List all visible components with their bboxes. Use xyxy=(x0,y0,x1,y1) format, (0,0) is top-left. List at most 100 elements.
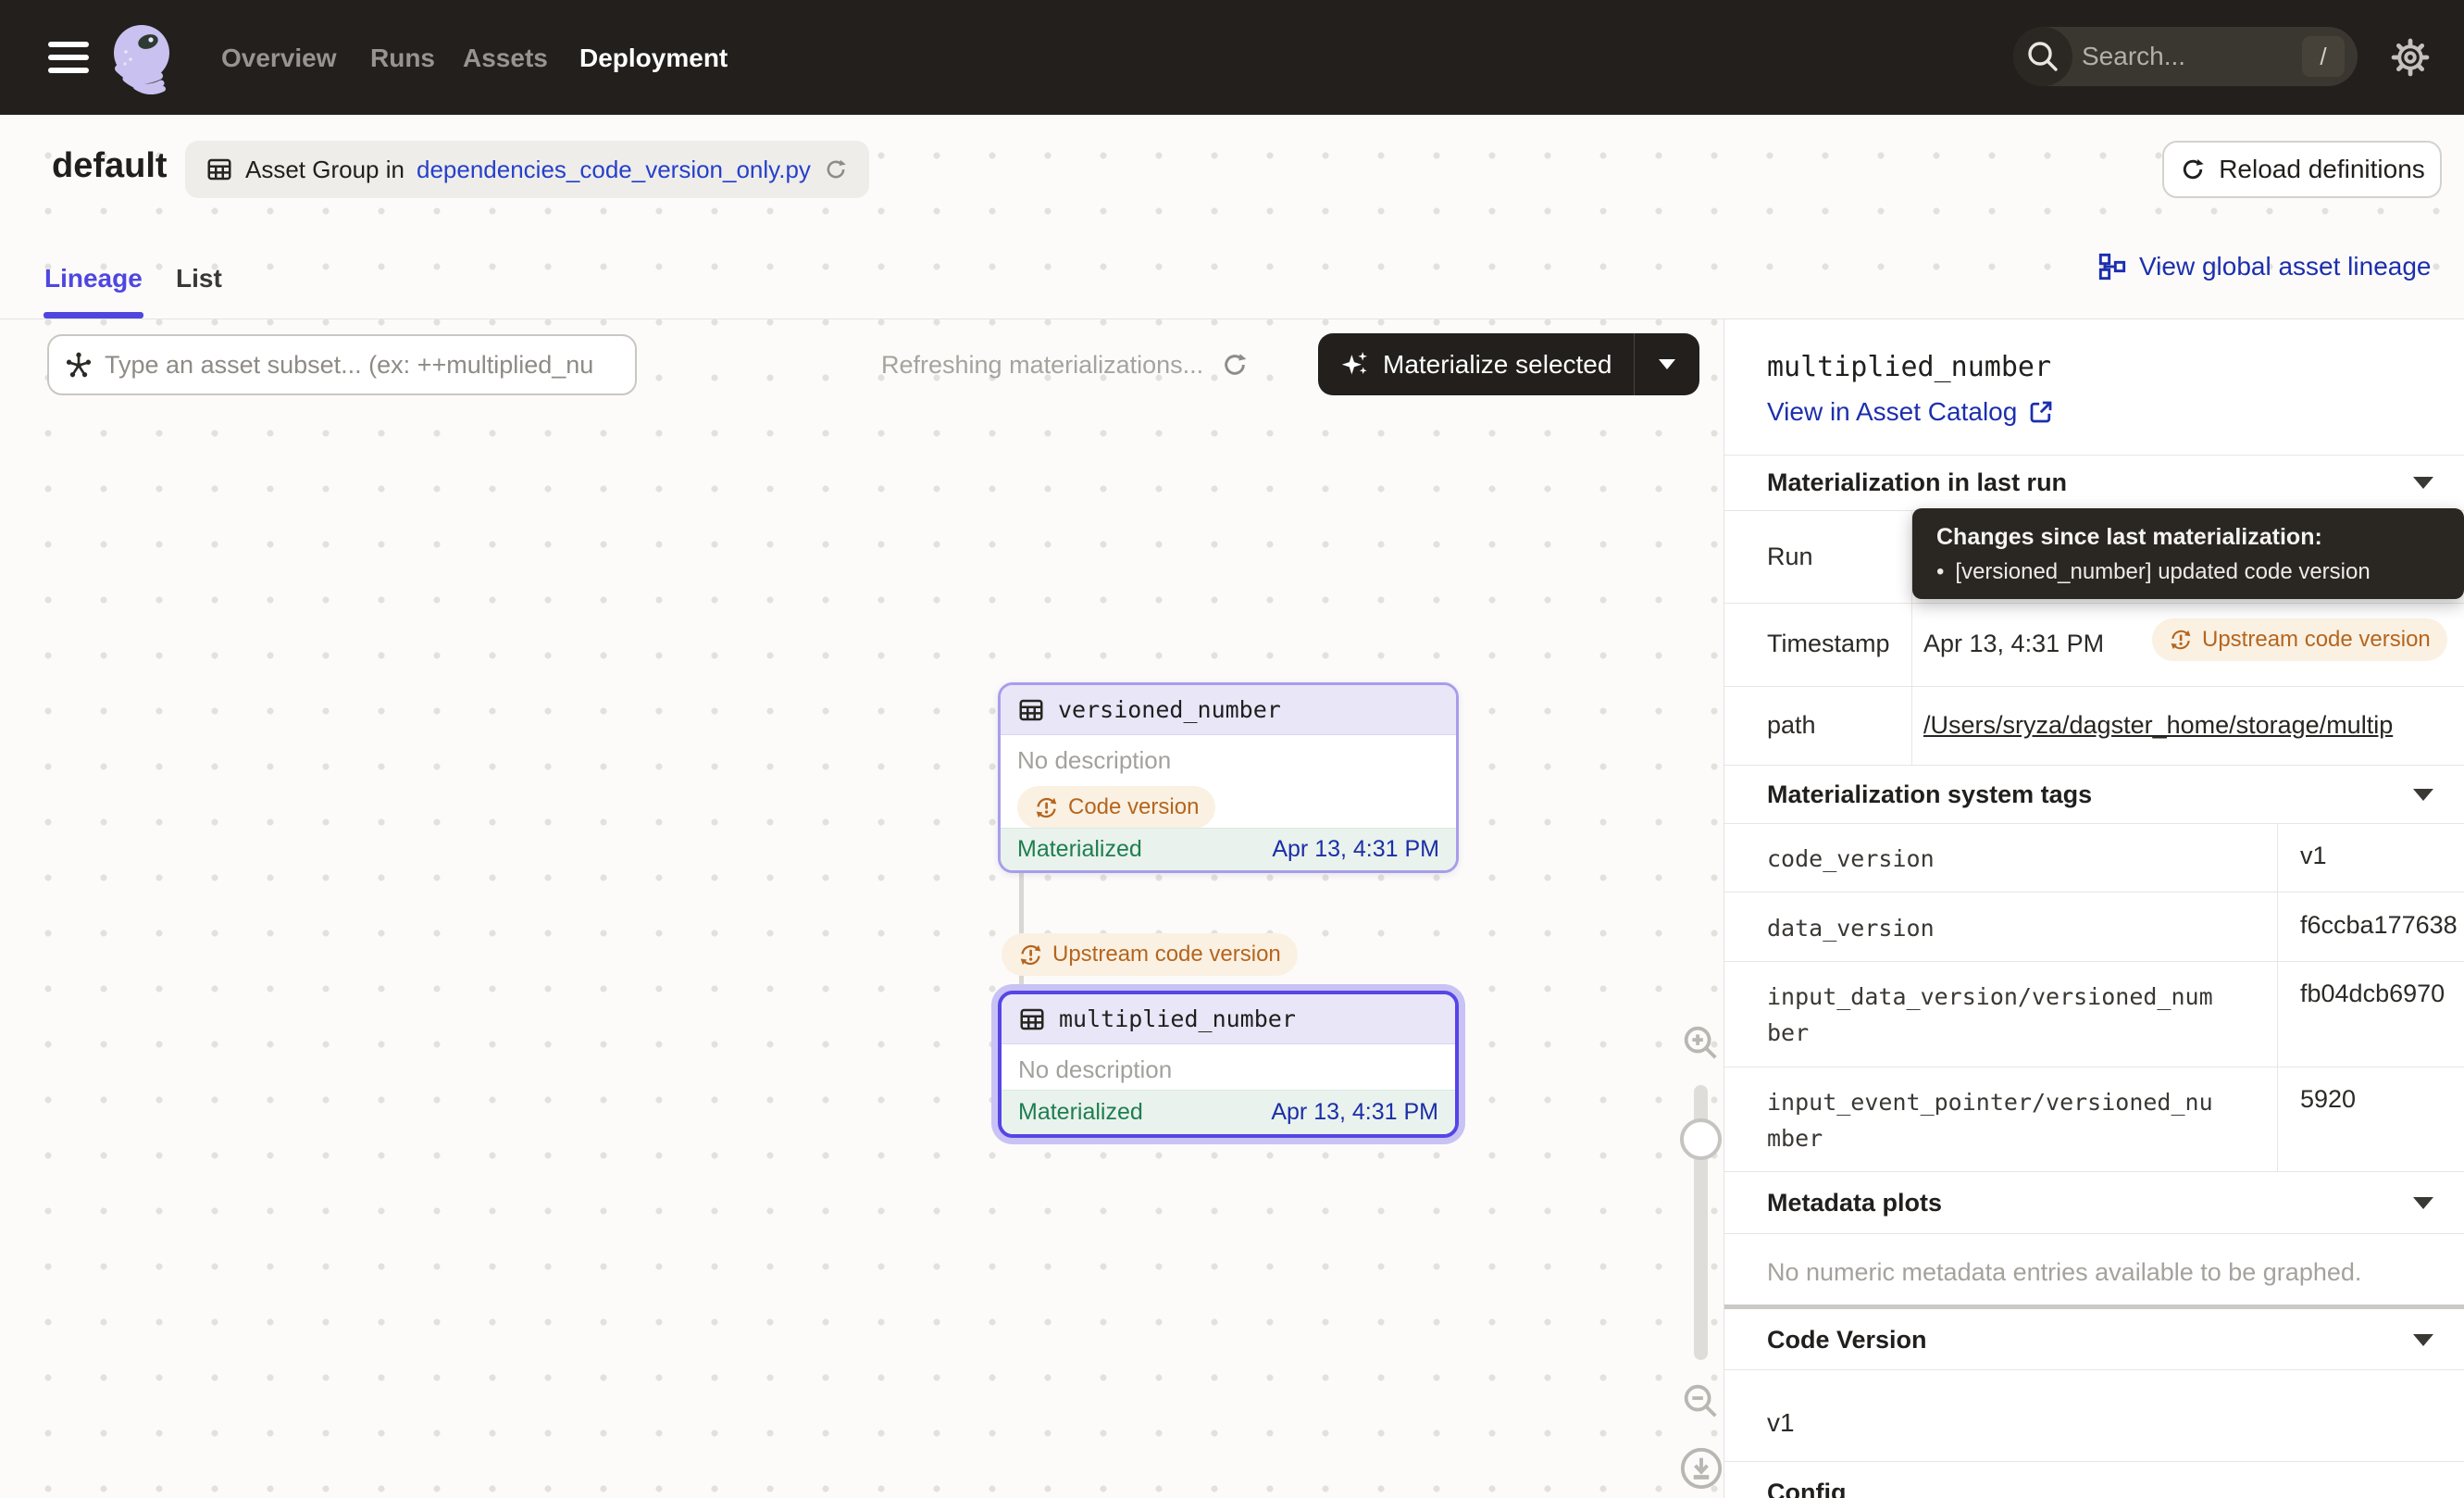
asset-group-file-link[interactable]: dependencies_code_version_only.py xyxy=(417,156,811,184)
search-icon xyxy=(2013,27,2072,86)
section-header-label: Code Version xyxy=(1767,1326,1927,1354)
asset-node-multiplied-number[interactable]: multiplied_number No description Materia… xyxy=(998,991,1459,1138)
run-row-label: Run xyxy=(1767,543,1813,571)
materialize-selected-main[interactable]: Materialize selected xyxy=(1318,350,1634,380)
table-grid-icon xyxy=(1018,1005,1046,1033)
code-version-chip: Code version xyxy=(1017,786,1215,829)
tag-value: f6ccba177638 xyxy=(2300,911,2464,940)
table-column-divider xyxy=(2277,824,2278,1172)
panel-divider xyxy=(1724,1461,2464,1462)
upstream-code-version-label: Upstream code version xyxy=(1052,942,1281,967)
global-search[interactable]: / xyxy=(2013,27,2358,86)
tag-value: 5920 xyxy=(2300,1085,2356,1114)
search-shortcut-key: / xyxy=(2302,36,2345,77)
materialize-dropdown-button[interactable] xyxy=(1635,359,1699,369)
section-header-label: Materialization in last run xyxy=(1767,468,2067,497)
badge-refresh-icon[interactable] xyxy=(823,156,849,182)
search-input[interactable] xyxy=(2082,36,2267,77)
collapse-caret-icon xyxy=(2413,477,2433,489)
section-header-code-version[interactable]: Code Version xyxy=(1724,1311,2464,1370)
changes-since-materialization-tooltip: Changes since last materialization: • [v… xyxy=(1912,508,2464,599)
asset-node-description: No description xyxy=(1018,1055,1438,1084)
system-tag-row: input_event_pointer/versioned_number 592… xyxy=(1724,1067,2464,1172)
asset-details-panel: multiplied_number View in Asset Catalog … xyxy=(1724,319,2464,1498)
sync-problem-icon xyxy=(1018,942,1043,967)
tag-key: input_event_pointer/versioned_number xyxy=(1767,1085,2221,1157)
top-navigation-bar: Overview Runs Assets Deployment / xyxy=(0,0,2464,115)
search-icon-cap xyxy=(2013,27,2072,86)
asset-node-header: versioned_number xyxy=(1001,685,1456,735)
asset-node-description: No description xyxy=(1017,746,1439,775)
reload-definitions-button[interactable]: Reload definitions xyxy=(2162,141,2442,198)
nav-link-runs[interactable]: Runs xyxy=(370,44,435,73)
lineage-graph-icon xyxy=(2097,252,2127,281)
timestamp-row-label: Timestamp xyxy=(1767,630,1890,658)
asset-node-footer: Materialized Apr 13, 4:31 PM xyxy=(1001,828,1456,870)
system-tag-row: input_data_version/versioned_number fb04… xyxy=(1724,962,2464,1067)
dagster-asset-group-page: Overview Runs Assets Deployment / xyxy=(0,0,2464,1498)
view-global-asset-lineage-label: View global asset lineage xyxy=(2139,252,2431,281)
asset-graph-filter-icon xyxy=(64,350,93,380)
sync-problem-icon xyxy=(2169,628,2193,652)
materialized-status: Materialized xyxy=(1018,1099,1143,1126)
section-separator xyxy=(1724,1305,2464,1309)
upstream-code-version-label: Upstream code version xyxy=(2202,627,2431,653)
nav-link-overview[interactable]: Overview xyxy=(221,44,337,73)
tooltip-item-text: [versioned_number] updated code version xyxy=(1955,559,2370,585)
nav-link-assets[interactable]: Assets xyxy=(463,44,548,73)
page-title: default xyxy=(52,146,168,186)
asset-node-body: No description Code version xyxy=(1001,735,1456,842)
materialized-timestamp[interactable]: Apr 13, 4:31 PM xyxy=(1272,836,1439,863)
zoom-in-icon[interactable] xyxy=(1679,1021,1722,1064)
table-grid-icon xyxy=(1017,696,1045,724)
view-global-asset-lineage-link[interactable]: View global asset lineage xyxy=(2097,252,2431,281)
tab-list[interactable]: List xyxy=(176,264,222,293)
collapse-caret-icon xyxy=(2413,789,2433,801)
asset-node-versioned-number[interactable]: versioned_number No description xyxy=(998,682,1459,873)
materialize-selected-label: Materialize selected xyxy=(1383,350,1612,380)
materialized-timestamp[interactable]: Apr 13, 4:31 PM xyxy=(1271,1099,1438,1126)
asset-node-name: versioned_number xyxy=(1058,696,1281,723)
asset-subset-filter[interactable] xyxy=(47,334,637,395)
asset-group-badge-text: Asset Group in xyxy=(245,156,404,184)
dagster-logo-icon[interactable] xyxy=(106,20,178,94)
section-header-config[interactable]: Config xyxy=(1767,1479,1846,1498)
external-link-icon xyxy=(2027,398,2055,426)
download-graph-icon[interactable] xyxy=(1677,1444,1725,1492)
section-header-materialization-last-run[interactable]: Materialization in last run xyxy=(1724,456,2464,511)
view-in-asset-catalog-link[interactable]: View in Asset Catalog xyxy=(1767,397,2055,427)
last-run-row-timestamp: Timestamp Apr 13, 4:31 PM Upstream code xyxy=(1724,604,2464,687)
collapse-caret-icon xyxy=(2413,1197,2433,1209)
tooltip-title: Changes since last materialization: xyxy=(1936,524,2440,551)
section-header-metadata-plots[interactable]: Metadata plots xyxy=(1724,1172,2464,1234)
refresh-spinner-icon[interactable] xyxy=(1220,350,1250,380)
settings-gear-icon[interactable] xyxy=(2390,37,2431,78)
tag-value: v1 xyxy=(2300,842,2327,870)
refreshing-label: Refreshing materializations... xyxy=(881,351,1203,380)
zoom-slider-handle[interactable] xyxy=(1680,1118,1722,1160)
asset-subset-input[interactable] xyxy=(105,351,620,380)
tag-key: code_version xyxy=(1767,842,2221,878)
tab-lineage[interactable]: Lineage xyxy=(44,264,143,293)
asset-node-name: multiplied_number xyxy=(1059,1005,1296,1032)
zoom-out-icon[interactable] xyxy=(1679,1379,1722,1422)
panel-asset-name: multiplied_number xyxy=(1767,351,2051,383)
tag-key: data_version xyxy=(1767,911,2221,947)
path-link[interactable]: /Users/sryza/dagster_home/storage/multip xyxy=(1923,711,2464,740)
sync-problem-icon xyxy=(1034,795,1059,820)
section-header-system-tags[interactable]: Materialization system tags xyxy=(1724,766,2464,824)
materialized-status: Materialized xyxy=(1017,836,1142,863)
table-grid-icon xyxy=(205,156,233,183)
metadata-plots-empty-message: No numeric metadata entries available to… xyxy=(1767,1258,2361,1287)
tooltip-bullet: • xyxy=(1936,559,1944,585)
section-header-label: Materialization system tags xyxy=(1767,780,2092,809)
reload-icon xyxy=(2179,156,2207,183)
collapse-caret-icon xyxy=(2413,1334,2433,1346)
materialize-selected-button[interactable]: Materialize selected xyxy=(1318,333,1699,395)
timestamp-value: Apr 13, 4:31 PM xyxy=(1923,630,2104,658)
nav-link-deployment[interactable]: Deployment xyxy=(579,44,728,73)
upstream-code-version-chip: Upstream code version xyxy=(2152,618,2447,661)
chevron-down-icon xyxy=(1659,359,1675,369)
system-tag-row: code_version v1 xyxy=(1724,824,2464,893)
hamburger-menu-button[interactable] xyxy=(48,42,89,73)
